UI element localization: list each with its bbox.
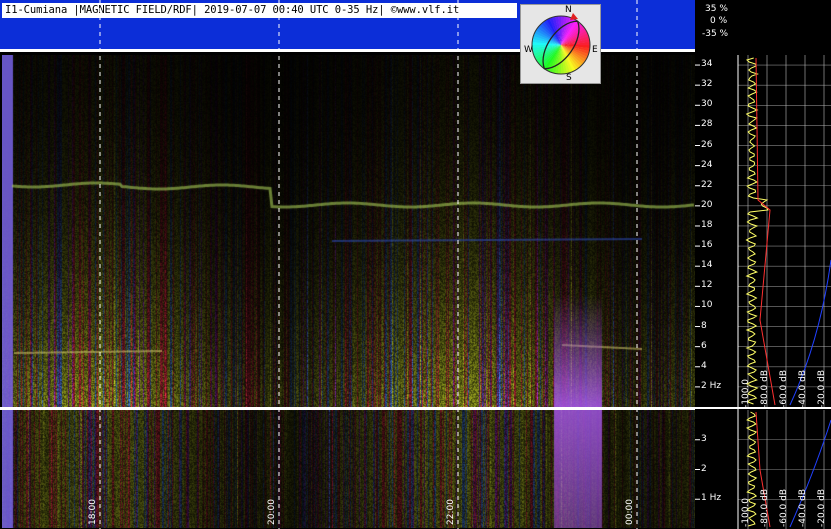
db-label-lower: -100.0 xyxy=(741,497,751,527)
rdf-compass: N S E W xyxy=(520,4,601,84)
compass-e: E xyxy=(592,45,598,55)
compass-rose-icon xyxy=(531,13,591,75)
freq-axis-lower: 3 2 1 Hz xyxy=(695,410,725,528)
freq-label: 12 xyxy=(701,280,713,291)
time-label: 18:00 xyxy=(88,499,98,525)
db-axis-lower: -100.0 -80.0 dB -60.0 dB -40.0 dB -20.0 dB xyxy=(735,470,831,529)
db-label-lower: -20.0 dB xyxy=(817,488,827,527)
time-label: 20:00 xyxy=(267,499,277,525)
rdf-scale-top: 35 % xyxy=(705,4,728,14)
db-label-lower: -40.0 dB xyxy=(798,488,808,527)
freq-label: 34 xyxy=(701,59,713,70)
db-label: -100.0 xyxy=(741,378,751,408)
freq-label: 16 xyxy=(701,240,713,251)
freq-label: 4 xyxy=(701,360,707,371)
compass-n: N xyxy=(565,5,572,15)
freq-label: 2 Hz xyxy=(701,380,722,391)
rdf-scale-mid: 0 % xyxy=(710,16,728,26)
freq-label: 10 xyxy=(701,300,713,311)
spectrogram-window: I1-Cumiana |MAGNETIC FIELD/RDF| 2019-07-… xyxy=(0,0,831,529)
freq-label: 8 xyxy=(701,320,707,331)
time-label: 22:00 xyxy=(446,499,456,525)
freq-axis-upper: 34 32 30 28 26 24 22 20 18 16 14 12 10 8 6 4 2 Hz xyxy=(695,55,725,407)
panel-separator xyxy=(0,407,695,410)
db-label: -20.0 dB xyxy=(817,369,827,408)
compass-s: S xyxy=(566,73,572,83)
freq-label: 18 xyxy=(701,219,713,230)
freq-label: 30 xyxy=(701,99,713,110)
freq-label: 32 xyxy=(701,79,713,90)
db-label-lower: -80.0 dB xyxy=(760,488,770,527)
db-label: -60.0 dB xyxy=(779,369,789,408)
freq-label-lower: 3 xyxy=(701,433,707,444)
freq-label: 22 xyxy=(701,179,713,190)
freq-label: 28 xyxy=(701,119,713,130)
rdf-scale-bottom: -35 % xyxy=(702,29,729,39)
db-label-lower: -60.0 dB xyxy=(779,488,789,527)
db-label: -80.0 dB xyxy=(760,369,770,408)
freq-label: 26 xyxy=(701,139,713,150)
freq-label: 20 xyxy=(701,199,713,210)
freq-label-lower: 2 xyxy=(701,463,707,474)
time-label: 00:00 xyxy=(625,499,635,525)
db-axis-upper: -100.0 -80.0 dB -60.0 dB -40.0 dB -20.0 dB xyxy=(735,330,831,410)
time-axis: 18:00 20:00 22:00 00:00 xyxy=(0,470,695,529)
rdf-scale: 35 % 0 % -35 % xyxy=(697,3,737,49)
freq-label: 6 xyxy=(701,340,707,351)
freq-label: 24 xyxy=(701,159,713,170)
freq-label: 14 xyxy=(701,260,713,271)
db-label: -40.0 dB xyxy=(798,369,808,408)
compass-w: W xyxy=(524,45,533,55)
freq-label-lower: 1 Hz xyxy=(701,493,722,504)
